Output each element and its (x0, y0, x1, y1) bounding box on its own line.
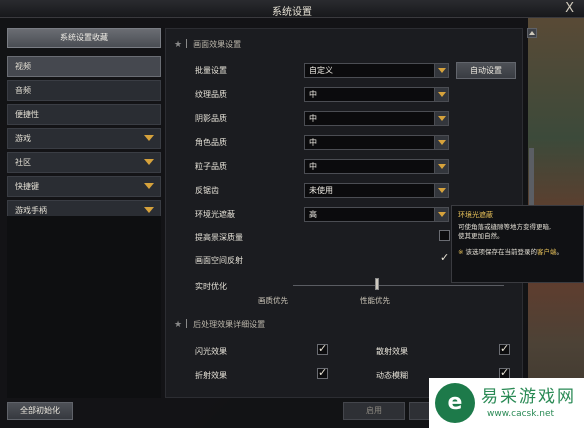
select-value: 自定义 (309, 66, 333, 75)
slider-label-performance: 性能优先 (360, 296, 390, 305)
select-value: 高 (309, 210, 317, 219)
sidebar-item-video[interactable]: 视频 (7, 56, 161, 77)
select-value: 中 (309, 162, 317, 171)
chevron-down-icon[interactable] (434, 208, 448, 221)
confirm-button-partial[interactable] (409, 402, 431, 420)
row-label-antialias: 反锯齿 (195, 186, 219, 195)
watermark-url: www.cacsk.net (487, 409, 555, 419)
sidebar-item-label: 快捷键 (15, 182, 39, 191)
tooltip-note: ※ 该选项保存在当前登录的客户端。 (458, 246, 577, 256)
sidebar-item-convenience[interactable]: 便捷性 (7, 104, 161, 125)
row-label-depth-of-field: 提高景深质量 (195, 233, 243, 242)
sidebar-item-game[interactable]: 游戏 (7, 128, 161, 149)
tooltip-title: 环境光遮蔽 (458, 211, 493, 219)
row-label-batch: 批量设置 (195, 66, 227, 75)
sidebar-item-label: 视频 (15, 62, 31, 71)
note-bullet: ※ (458, 248, 464, 256)
section-title: 后处理效果详细设置 (193, 320, 266, 329)
star-icon[interactable]: ★ (174, 320, 182, 330)
scroll-up-icon[interactable] (527, 28, 537, 38)
select-value: 中 (309, 114, 317, 123)
site-watermark: e 易采游戏网 www.cacsk.net (429, 378, 584, 428)
auto-setting-button[interactable]: 自动设置 (456, 62, 516, 79)
select-texture[interactable]: 中 (304, 87, 449, 102)
chevron-down-icon[interactable] (434, 88, 448, 101)
logo-icon: e (435, 383, 475, 423)
apply-button[interactable]: 启用 (343, 402, 405, 420)
select-value: 中 (309, 138, 317, 147)
star-icon[interactable]: ★ (174, 40, 182, 50)
window-titlebar: 系统设置 X (0, 0, 584, 18)
row-label-refraction: 折射效果 (195, 371, 227, 380)
window-title: 系统设置 (272, 7, 312, 18)
realtime-slider-handle[interactable] (375, 278, 379, 290)
sidebar-item-label: 游戏 (15, 134, 31, 143)
select-antialias[interactable]: 未使用 (304, 183, 449, 198)
note-highlight: 客户端 (537, 248, 557, 256)
chevron-down-icon[interactable] (434, 136, 448, 149)
select-value: 未使用 (309, 186, 333, 195)
chevron-down-icon (144, 159, 154, 165)
select-batch[interactable]: 自定义 (304, 63, 449, 78)
tooltip-line: 可使角落或缝隙等地方变得更暗, (458, 223, 552, 231)
checkbox-refraction[interactable] (317, 366, 328, 379)
row-label-character: 角色品质 (195, 138, 227, 147)
sidebar-item-label: 便捷性 (15, 110, 39, 119)
select-shadow[interactable]: 中 (304, 111, 449, 126)
sidebar-item-label: 游戏手柄 (15, 206, 47, 215)
sidebar-item-label: 音频 (15, 86, 31, 95)
row-label-realtime: 实时优化 (195, 282, 227, 291)
checkbox-bloom[interactable] (317, 342, 328, 355)
chevron-down-icon[interactable] (434, 160, 448, 173)
section-header-picture: ★ 画面效果设置 (174, 39, 241, 53)
chevron-down-icon (144, 207, 154, 213)
note-prefix: 该选项保存在当前登录的 (465, 248, 538, 256)
sidebar-item-label: 社区 (15, 158, 31, 167)
divider (186, 319, 188, 328)
checkbox-scatter[interactable] (499, 342, 510, 355)
sidebar-item-audio[interactable]: 音频 (7, 80, 161, 101)
chevron-down-icon[interactable] (434, 184, 448, 197)
row-label-motion-blur: 动态模糊 (376, 371, 408, 380)
row-label-bloom: 闪光效果 (195, 347, 227, 356)
row-label-ambient-occlusion: 环境光遮蔽 (195, 210, 235, 219)
select-ambient-occlusion[interactable]: 高 (304, 207, 449, 222)
select-character[interactable]: 中 (304, 135, 449, 150)
row-label-scatter: 散射效果 (376, 347, 408, 356)
checkbox-ssr[interactable] (439, 251, 450, 264)
chevron-down-icon (144, 183, 154, 189)
realtime-slider-track[interactable] (293, 285, 504, 286)
section-title: 画面效果设置 (193, 40, 242, 49)
select-particle[interactable]: 中 (304, 159, 449, 174)
reset-all-button[interactable]: 全部初始化 (7, 402, 73, 420)
tooltip-line: 使其更加自然。 (458, 232, 504, 240)
close-icon[interactable]: X (565, 1, 574, 16)
checkbox-depth-of-field[interactable] (439, 230, 450, 241)
favorites-button[interactable]: 系统设置收藏 (7, 28, 161, 48)
chevron-down-icon[interactable] (434, 112, 448, 125)
chevron-down-icon (144, 135, 154, 141)
row-label-particle: 粒子品质 (195, 162, 227, 171)
section-header-post: ★ 后处理效果详细设置 (174, 319, 265, 333)
row-label-ssr: 画面空间反射 (195, 256, 243, 265)
select-value: 中 (309, 90, 317, 99)
sidebar-item-community[interactable]: 社区 (7, 152, 161, 173)
slider-label-quality: 画质优先 (258, 296, 288, 305)
note-suffix: 。 (556, 248, 564, 256)
divider (186, 39, 188, 48)
row-label-texture: 纹理品质 (195, 90, 227, 99)
chevron-down-icon[interactable] (434, 64, 448, 77)
row-label-shadow: 阴影品质 (195, 114, 227, 123)
sidebar-empty-panel (7, 216, 161, 398)
watermark-name: 易采游戏网 (481, 387, 576, 407)
sidebar-item-hotkeys[interactable]: 快捷键 (7, 176, 161, 197)
tooltip-ambient-occlusion: 环境光遮蔽 可使角落或缝隙等地方变得更暗, 使其更加自然。 ※ 该选项保存在当前… (451, 205, 584, 283)
